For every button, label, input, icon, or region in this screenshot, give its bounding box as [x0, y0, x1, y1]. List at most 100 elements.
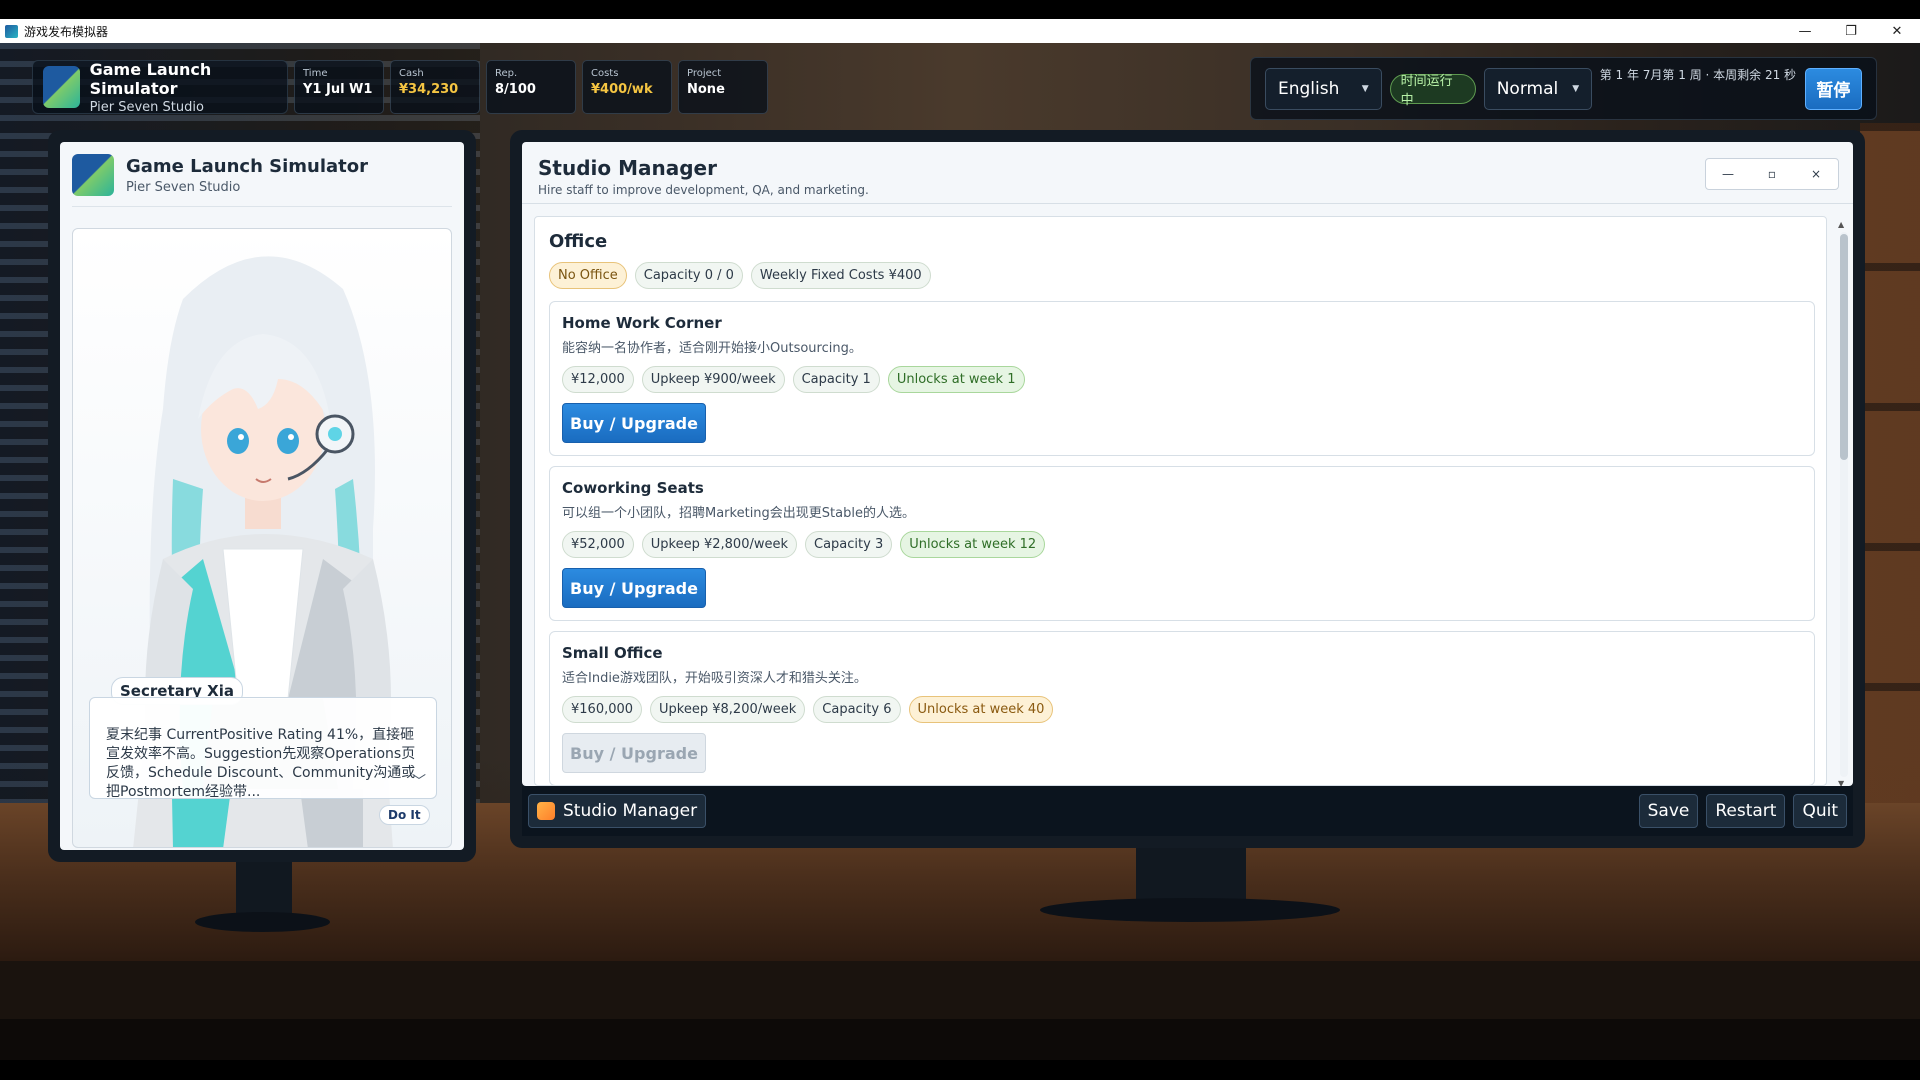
- buy-upgrade-button[interactable]: Buy / Upgrade: [562, 568, 706, 608]
- price-tag: ¥12,000: [562, 366, 634, 393]
- studio-manager-icon: [537, 802, 555, 820]
- stat-value: Y1 Jul W1: [303, 82, 373, 97]
- in-game-taskbar: Studio Manager Save Restart Quit: [522, 786, 1853, 836]
- stat-reputation: Rep. 8/100: [486, 60, 576, 114]
- language-value: English: [1278, 78, 1340, 99]
- office-status-tag: No Office: [549, 262, 627, 289]
- game-logo-icon: [43, 66, 80, 108]
- desk-edge: [0, 961, 1920, 1019]
- secretary-panel-header: Game Launch Simulator Pier Seven Studio: [72, 154, 452, 207]
- game-logo-icon: [72, 154, 114, 196]
- os-minimize-button[interactable]: —: [1782, 19, 1828, 43]
- speed-select[interactable]: Normal ▼: [1483, 67, 1592, 110]
- stat-label: Time: [303, 68, 328, 79]
- stat-label: Costs: [591, 68, 619, 79]
- stat-label: Rep.: [495, 68, 518, 79]
- stat-label: Cash: [399, 68, 424, 79]
- restart-button[interactable]: Restart: [1706, 794, 1786, 828]
- minimize-button[interactable]: —: [1706, 159, 1750, 189]
- unlock-tag: Unlocks at week 1: [887, 366, 1025, 393]
- secretary-portrait: Secretary Xia 夏末纪事 CurrentPositive Ratin…: [72, 228, 452, 848]
- office-status-tags: No Office Capacity 0 / 0 Weekly Fixed Co…: [549, 262, 1814, 289]
- unlock-tag: Unlocks at week 40: [908, 696, 1054, 723]
- bookshelf: [1860, 123, 1920, 843]
- scroll-up-icon[interactable]: ▲: [1838, 220, 1844, 229]
- game-controls-bar: English ▼ 时间运行中 Normal ▼ 第 1 年 7月第 1 周 ·…: [1250, 57, 1877, 120]
- upkeep-tag: Upkeep ¥8,200/week: [650, 696, 806, 723]
- chevron-down-icon[interactable]: ﹀: [412, 773, 426, 792]
- app-icon: [5, 24, 18, 38]
- save-button[interactable]: Save: [1638, 794, 1699, 828]
- os-title-bar: 游戏发布模拟器 — ❐ ✕: [0, 19, 1920, 43]
- chevron-down-icon: ▼: [1572, 83, 1580, 94]
- window-subtitle: Hire staff to improve development, QA, a…: [538, 183, 869, 197]
- os-restore-button[interactable]: ❐: [1828, 19, 1874, 43]
- hud-brand: Game Launch Simulator Pier Seven Studio: [32, 59, 288, 115]
- capacity-tag: Capacity 3: [805, 531, 893, 558]
- studio-manager-window: Studio Manager Hire staff to improve dev…: [522, 142, 1853, 786]
- scroll-down-icon[interactable]: ▼: [1838, 779, 1844, 786]
- stat-project: Project None: [678, 60, 768, 114]
- panel-subtitle: Pier Seven Studio: [126, 179, 241, 195]
- capacity-tag: Capacity 1: [792, 366, 880, 393]
- right-monitor-base: [1040, 898, 1340, 922]
- office-desc: 能容纳一名协作者，适合刚开始接小Outsourcing。: [562, 341, 862, 356]
- stat-costs: Costs ¥400/wk: [582, 60, 672, 114]
- os-window-title: 游戏发布模拟器: [24, 24, 109, 39]
- secretary-dialog: 夏末纪事 CurrentPositive Rating 41%，直接砸宣发效率不…: [89, 697, 437, 799]
- upkeep-tag: Upkeep ¥900/week: [641, 366, 785, 393]
- taskbar-studio-manager[interactable]: Studio Manager: [528, 794, 707, 828]
- chevron-down-icon: ▼: [1361, 83, 1369, 94]
- dialog-text: 夏末纪事 CurrentPositive Rating 41%，直接砸宣发效率不…: [106, 727, 416, 799]
- time-running-badge: 时间运行中: [1389, 73, 1476, 108]
- quit-button[interactable]: Quit: [1793, 794, 1847, 828]
- office-heading: Office: [549, 231, 608, 252]
- os-close-button[interactable]: ✕: [1874, 19, 1920, 43]
- scroll-thumb[interactable]: [1840, 234, 1848, 460]
- stat-label: Project: [687, 68, 722, 79]
- office-card-home-work-corner: Home Work Corner 能容纳一名协作者，适合刚开始接小Outsour…: [549, 301, 1815, 456]
- content-scrollbar[interactable]: ▲ ▼: [1837, 220, 1849, 786]
- office-content: Office No Office Capacity 0 / 0 Weekly F…: [534, 216, 1827, 786]
- office-desc: 适合Indie游戏团队，开始吸引资深人才和猎头关注。: [562, 671, 867, 686]
- language-select[interactable]: English ▼: [1265, 67, 1382, 110]
- upkeep-tag: Upkeep ¥2,800/week: [641, 531, 798, 558]
- hud-game-title: Game Launch Simulator: [89, 59, 212, 98]
- do-it-button[interactable]: Do It: [379, 805, 430, 825]
- window-title: Studio Manager: [538, 156, 717, 180]
- unlock-tag: Unlocks at week 12: [900, 531, 1046, 558]
- bottom-black-bar: [0, 1060, 1920, 1080]
- panel-title: Game Launch Simulator: [126, 155, 369, 177]
- left-monitor: Game Launch Simulator Pier Seven Studio: [48, 130, 476, 862]
- status-hud: Game Launch Simulator Pier Seven Studio …: [32, 59, 768, 115]
- secretary-panel: Game Launch Simulator Pier Seven Studio: [60, 142, 464, 850]
- office-name: Home Work Corner: [562, 314, 722, 332]
- stat-time: Time Y1 Jul W1: [294, 60, 384, 114]
- office-card-coworking-seats: Coworking Seats 可以组一个小团队，招聘Marketing会出现更…: [549, 466, 1815, 621]
- stat-value: ¥34,230: [399, 82, 459, 97]
- week-info: 第 1 年 7月第 1 周 · 本周剩余 21 秒: [1599, 68, 1797, 82]
- stat-value: ¥400/wk: [591, 82, 653, 97]
- stat-cash: Cash ¥34,230: [390, 60, 480, 114]
- floor: [0, 1019, 1920, 1060]
- window-controls: — ▫ ×: [1705, 158, 1839, 190]
- office-card-small-office: Small Office 适合Indie游戏团队，开始吸引资深人才和猎头关注。 …: [549, 631, 1815, 785]
- buy-upgrade-button-disabled: Buy / Upgrade: [562, 733, 706, 773]
- close-button[interactable]: ×: [1794, 159, 1838, 189]
- buy-upgrade-button[interactable]: Buy / Upgrade: [562, 403, 706, 443]
- window-header: Studio Manager Hire staff to improve dev…: [522, 142, 1853, 204]
- price-tag: ¥160,000: [562, 696, 643, 723]
- pause-button[interactable]: 暂停: [1804, 67, 1862, 110]
- office-name: Coworking Seats: [562, 479, 704, 497]
- price-tag: ¥52,000: [562, 531, 634, 558]
- hud-studio-name: Pier Seven Studio: [89, 99, 204, 115]
- left-monitor-base: [195, 912, 330, 932]
- stat-value: 8/100: [495, 82, 536, 97]
- taskbar-item-label: Studio Manager: [563, 801, 698, 821]
- top-black-bar: [0, 0, 1920, 19]
- maximize-button[interactable]: ▫: [1750, 159, 1794, 189]
- stat-value: None: [687, 82, 725, 97]
- office-desc: 可以组一个小团队，招聘Marketing会出现更Stable的人选。: [562, 506, 915, 521]
- right-monitor: Studio Manager Hire staff to improve dev…: [510, 130, 1865, 848]
- fixed-costs-tag: Weekly Fixed Costs ¥400: [750, 262, 931, 289]
